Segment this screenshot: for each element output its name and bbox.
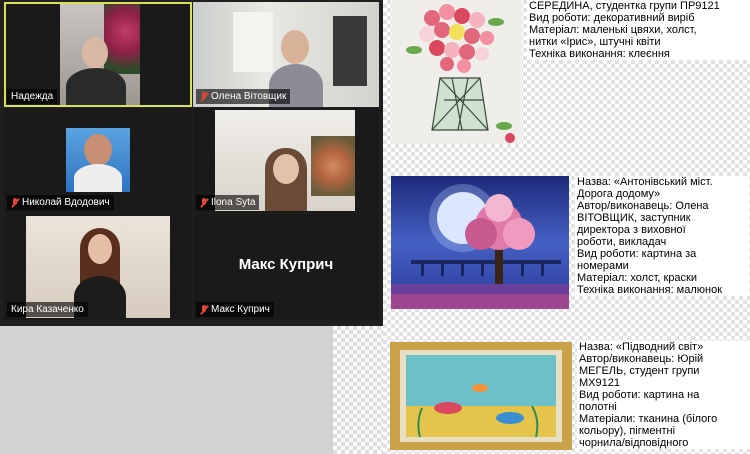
participant-name-label: Кира Казаченко (7, 302, 88, 317)
thread-vase (431, 77, 489, 131)
participant-name-label: Николай Вдодович (7, 195, 114, 210)
participant-name-label: Надежда (7, 89, 58, 104)
leaf (496, 122, 512, 130)
flower (505, 133, 515, 143)
participant-tile-nadezhda[interactable]: Надежда (4, 2, 192, 107)
flower-decoration (104, 4, 140, 74)
participant-tile-maks[interactable]: Макс Куприч Макс Куприч (193, 214, 379, 320)
participant-face (84, 134, 112, 166)
muted-mic-icon (200, 304, 208, 315)
participant-tile-kira[interactable]: Кира Казаченко (4, 214, 192, 320)
shared-document: СЕРЕДИНА, студентка групи ПР9121 Вид роб… (383, 0, 750, 454)
bridge-painting-illustration (391, 184, 569, 309)
participant-face (82, 37, 108, 69)
document-canvas-transparency (333, 326, 383, 454)
artwork-description-1: СЕРЕДИНА, студентка групи ПР9121 Вид роб… (527, 0, 750, 60)
artwork-image-bridge-painting (391, 176, 569, 309)
artwork-image-vase (392, 0, 522, 144)
muted-mic-icon (200, 197, 208, 208)
vase-illustration (406, 4, 515, 143)
participant-face (88, 234, 112, 264)
artwork-description-3: Назва: «Підводний світ» Автор/виконавець… (577, 341, 750, 449)
participant-name-label: Макс Куприч (196, 302, 274, 317)
participant-face (273, 154, 299, 184)
participant-name-label: Ilona Syta (196, 195, 260, 210)
muted-mic-icon (11, 197, 19, 208)
participant-body (74, 164, 122, 192)
participant-tile-ilona[interactable]: Ilona Syta (193, 108, 379, 213)
zoom-gallery-view: Надежда Олена Вітовщик Николай Вдодович (0, 0, 383, 326)
participant-name-label: Олена Вітовщик (196, 89, 291, 104)
flower-decoration (311, 136, 355, 196)
underwater-illustration (400, 350, 562, 442)
participant-display-name: Макс Куприч (238, 256, 334, 273)
bridge (411, 260, 561, 276)
artwork-description-2: Назва: «Антонівський міст. Дорога додому… (575, 176, 749, 296)
artwork-image-underwater (390, 342, 572, 450)
participant-tile-olena[interactable]: Олена Вітовщик (193, 2, 379, 107)
flower-bouquet (406, 4, 504, 73)
participant-face (281, 30, 309, 64)
window-background (233, 12, 273, 72)
participant-body (66, 68, 126, 105)
bookshelf-background (333, 16, 367, 86)
participant-tile-nikolai[interactable]: Николай Вдодович (4, 108, 192, 213)
muted-mic-icon (200, 91, 208, 102)
